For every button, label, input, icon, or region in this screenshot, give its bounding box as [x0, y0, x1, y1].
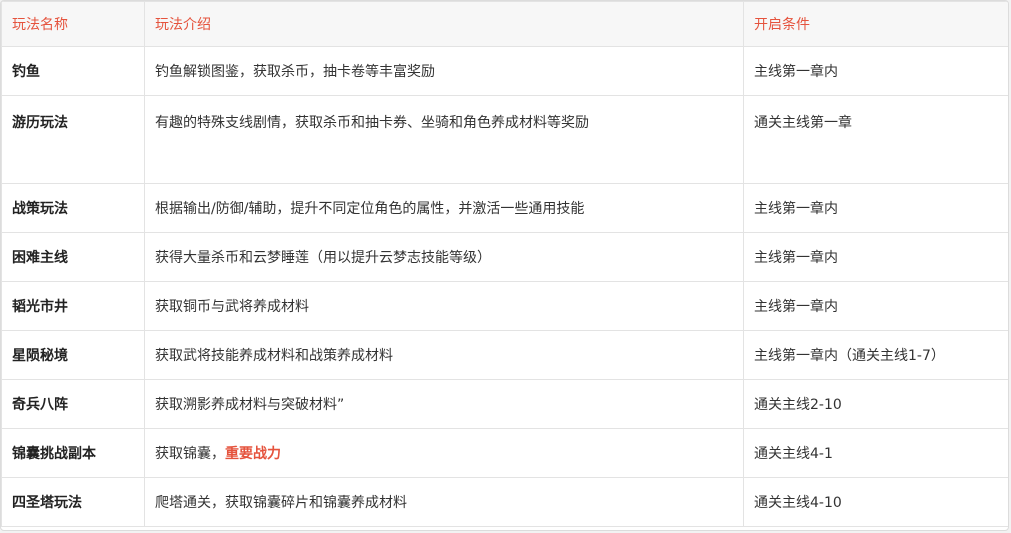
- header-condition: 开启条件: [743, 1, 1008, 47]
- row-condition: 主线第一章内: [743, 281, 1008, 331]
- row-name: 星陨秘境: [1, 330, 145, 380]
- table-row: 锦囊挑战副本 获取锦囊，重要战力 通关主线4-1: [1, 428, 1008, 478]
- row-description: 有趣的特殊支线剧情，获取杀币和抽卡券、坐骑和角色养成材料等奖励: [144, 95, 744, 184]
- row-condition: 主线第一章内: [743, 183, 1008, 233]
- highlight-text: 重要战力: [225, 446, 281, 462]
- table-row: 四圣塔玩法 爬塔通关，获取锦囊碎片和锦囊养成材料 通关主线4-10: [1, 477, 1008, 527]
- row-condition: 主线第一章内: [743, 46, 1008, 96]
- row-description: 获取武将技能养成材料和战策养成材料: [144, 330, 744, 380]
- row-name: 韬光市井: [1, 281, 145, 331]
- row-description: 获取溯影养成材料与突破材料”: [144, 379, 744, 429]
- header-description: 玩法介绍: [144, 1, 744, 47]
- row-condition: 主线第一章内: [743, 232, 1008, 282]
- row-description: 爬塔通关，获取锦囊碎片和锦囊养成材料: [144, 477, 744, 527]
- table-row: 韬光市井 获取铜币与武将养成材料 主线第一章内: [1, 281, 1008, 331]
- table-frame: 玩法名称 玩法介绍 开启条件 钓鱼 钓鱼解锁图鉴，获取杀币，抽卡卷等丰富奖励 主…: [0, 0, 1009, 531]
- row-name: 游历玩法: [1, 95, 145, 184]
- row-name: 钓鱼: [1, 46, 145, 96]
- row-condition: 通关主线4-1: [743, 428, 1008, 478]
- table-row: 游历玩法 有趣的特殊支线剧情，获取杀币和抽卡券、坐骑和角色养成材料等奖励 通关主…: [1, 95, 1008, 184]
- table-row: 战策玩法 根据输出/防御/辅助，提升不同定位角色的属性，并激活一些通用技能 主线…: [1, 183, 1008, 233]
- table-row: 奇兵八阵 获取溯影养成材料与突破材料” 通关主线2-10: [1, 379, 1008, 429]
- row-description: 钓鱼解锁图鉴，获取杀币，抽卡卷等丰富奖励: [144, 46, 744, 96]
- row-condition: 通关主线第一章: [743, 95, 1008, 184]
- table-header-row: 玩法名称 玩法介绍 开启条件: [1, 1, 1008, 47]
- table-row: 钓鱼 钓鱼解锁图鉴，获取杀币，抽卡卷等丰富奖励 主线第一章内: [1, 46, 1008, 96]
- table-row: 困难主线 获得大量杀币和云梦睡莲（用以提升云梦志技能等级） 主线第一章内: [1, 232, 1008, 282]
- row-description: 获得大量杀币和云梦睡莲（用以提升云梦志技能等级）: [144, 232, 744, 282]
- header-name: 玩法名称: [1, 1, 145, 47]
- row-condition: 通关主线2-10: [743, 379, 1008, 429]
- row-name: 锦囊挑战副本: [1, 428, 145, 478]
- gameplay-table: 玩法名称 玩法介绍 开启条件 钓鱼 钓鱼解锁图鉴，获取杀币，抽卡卷等丰富奖励 主…: [1, 1, 1008, 527]
- row-description: 获取铜币与武将养成材料: [144, 281, 744, 331]
- row-name: 四圣塔玩法: [1, 477, 145, 527]
- row-description: 获取锦囊，重要战力: [144, 428, 744, 478]
- table-row: 星陨秘境 获取武将技能养成材料和战策养成材料 主线第一章内（通关主线1-7）: [1, 330, 1008, 380]
- row-description: 根据输出/防御/辅助，提升不同定位角色的属性，并激活一些通用技能: [144, 183, 744, 233]
- row-condition: 主线第一章内（通关主线1-7）: [743, 330, 1008, 380]
- row-name: 困难主线: [1, 232, 145, 282]
- row-condition: 通关主线4-10: [743, 477, 1008, 527]
- description-text: 获取锦囊，: [155, 446, 225, 462]
- row-name: 战策玩法: [1, 183, 145, 233]
- row-name: 奇兵八阵: [1, 379, 145, 429]
